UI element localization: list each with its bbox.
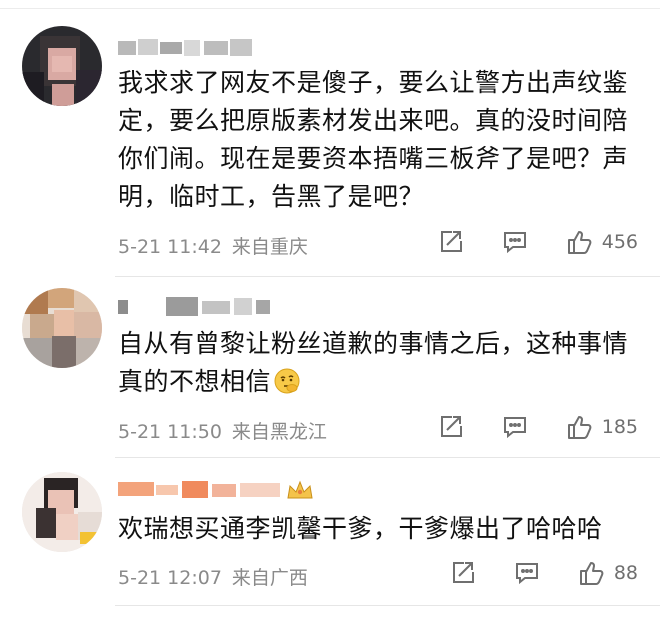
comment-actions: 88 <box>450 558 638 588</box>
comment-text-body: 自从有曾黎让粉丝道歉的事情之后，这种事情真的不想相信 <box>118 329 629 396</box>
thumbs-up-icon <box>579 562 604 585</box>
username-blurred[interactable] <box>118 478 318 499</box>
like-button[interactable]: 88 <box>578 559 638 587</box>
comment-location: 来自重庆 <box>231 236 308 258</box>
comment-meta: 5-21 11:42 来自重庆 <box>118 232 318 259</box>
comment-icon <box>503 417 526 439</box>
comment-date: 5-21 11:42 <box>118 236 222 258</box>
comment-icon <box>503 232 526 254</box>
share-icon <box>440 231 462 252</box>
like-count: 88 <box>613 562 638 584</box>
avatar[interactable] <box>22 288 102 368</box>
thumbs-up-icon <box>567 416 592 439</box>
comment-location: 来自广西 <box>231 567 308 589</box>
reply-button[interactable] <box>514 560 540 586</box>
share-button[interactable] <box>438 229 464 255</box>
like-count: 456 <box>601 231 638 253</box>
comment-actions: 185 <box>438 412 638 442</box>
username-blurred[interactable] <box>118 38 258 58</box>
top-divider <box>0 8 660 9</box>
like-count: 185 <box>601 416 638 438</box>
reply-button[interactable] <box>502 229 528 255</box>
comment-actions: 456 <box>438 227 638 257</box>
comment-text: 我求求了网友不是傻子，要么让警方出声纹鉴定，要么把原版素材发出来吧。真的没时间陪… <box>118 68 629 211</box>
comment-location: 来自黑龙江 <box>231 421 327 443</box>
comment-text: 欢瑞想买通李凯馨干爹，干爹爆出了哈哈哈 <box>118 514 603 543</box>
comment-divider <box>115 605 660 606</box>
reply-button[interactable] <box>502 414 528 440</box>
comment-divider <box>115 276 660 277</box>
share-icon <box>452 562 474 583</box>
share-button[interactable] <box>450 560 476 586</box>
comment-divider <box>115 457 660 458</box>
comment-icon <box>515 563 538 585</box>
avatar[interactable] <box>22 26 102 106</box>
share-icon <box>440 416 462 437</box>
share-button[interactable] <box>438 414 464 440</box>
comment-date: 5-21 12:07 <box>118 567 222 589</box>
like-button[interactable]: 185 <box>566 413 638 441</box>
comment-date: 5-21 11:50 <box>118 421 222 443</box>
like-button[interactable]: 456 <box>566 228 638 256</box>
username-blurred[interactable] <box>118 296 278 316</box>
comment-meta: 5-21 12:07 来自广西 <box>118 563 318 590</box>
thumbs-up-icon <box>567 231 592 254</box>
avatar[interactable] <box>22 472 102 552</box>
comment-meta: 5-21 11:50 来自黑龙江 <box>118 417 337 444</box>
comment-text: 自从有曾黎让粉丝道歉的事情之后，这种事情真的不想相信 <box>118 325 638 401</box>
thinking-face-emoji <box>274 368 300 394</box>
